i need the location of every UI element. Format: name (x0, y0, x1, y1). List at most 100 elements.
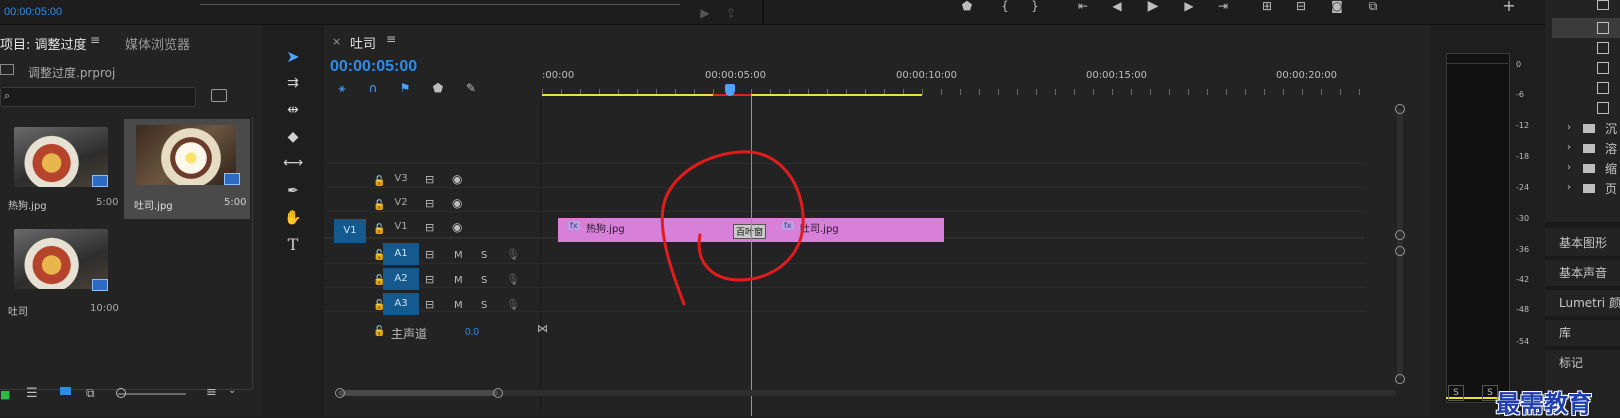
marker-icon[interactable]: ⬟ (958, 0, 976, 15)
mute-button[interactable]: M (454, 250, 463, 261)
master-volume-value[interactable]: 0.0 (465, 327, 479, 338)
sync-lock-icon[interactable]: ⊟ (425, 298, 434, 311)
tab-sequence[interactable]: 吐司 (350, 33, 376, 52)
chevron-right-icon[interactable]: › (1567, 122, 1571, 133)
panel-tab-essential-graphics[interactable]: 基本图形 (1559, 234, 1607, 251)
chevron-right-icon[interactable]: › (1567, 162, 1571, 173)
panel-tab-markers[interactable]: 标记 (1559, 354, 1583, 371)
eye-icon[interactable]: ◉ (452, 172, 462, 186)
sort-icon[interactable]: ≡ (206, 385, 217, 400)
folder-label[interactable]: 缩 (1605, 160, 1617, 177)
sync-lock-icon[interactable]: ⊟ (425, 221, 434, 234)
eye-icon[interactable]: ◉ (452, 220, 462, 234)
mic-icon[interactable]: 🎙 (506, 298, 520, 311)
panel-tab-lumetri-color[interactable]: Lumetri 颜色 (1559, 294, 1620, 311)
in-point-icon[interactable]: { (996, 0, 1014, 15)
chevron-right-icon[interactable]: › (1567, 182, 1571, 193)
slip-tool-icon[interactable]: ⟷ (280, 152, 306, 174)
mic-icon[interactable]: 🎙 (506, 248, 520, 261)
horizontal-scroll-thumb[interactable] (338, 390, 498, 396)
folder-label[interactable]: 沉 (1605, 120, 1617, 137)
source-patch-v1[interactable]: V1 (334, 219, 366, 243)
icon-view-icon[interactable] (60, 387, 71, 395)
go-to-out-icon[interactable]: ⇥ (1214, 0, 1232, 15)
source-scrub-bar[interactable] (200, 0, 680, 5)
ripple-edit-tool-icon[interactable]: ⇹ (280, 99, 306, 121)
track-label-v3[interactable]: V3 (383, 168, 419, 190)
type-tool-icon[interactable]: T (280, 234, 306, 256)
playhead-handle[interactable] (725, 84, 735, 96)
go-to-end-icon[interactable]: ⋈ (537, 322, 548, 335)
compare-icon[interactable]: ⧉ (1364, 0, 1382, 15)
list-item[interactable]: 热狗.jpg 5:00 (0, 121, 124, 219)
nest-icon[interactable]: ⚹ (333, 79, 351, 97)
scroll-handle[interactable] (335, 388, 345, 398)
lift-icon[interactable]: ⊞ (1258, 0, 1276, 15)
eye-icon[interactable]: ◉ (452, 196, 462, 210)
linked-selection-icon[interactable]: ⚑ (396, 79, 414, 97)
source-timecode[interactable]: 00:00:05:00 (4, 6, 62, 18)
tab-media-browser[interactable]: 媒体浏览器 (125, 34, 190, 53)
snap-icon[interactable]: ∩ (364, 79, 382, 97)
chevron-right-icon[interactable]: › (1567, 142, 1571, 153)
list-item-selected[interactable]: 吐司.jpg 5:00 (124, 119, 250, 219)
sync-lock-icon[interactable]: ⊟ (425, 197, 434, 210)
extract-icon[interactable]: ⊟ (1292, 0, 1310, 15)
go-to-in-icon[interactable]: ⇤ (1074, 0, 1092, 15)
scroll-handle[interactable] (1395, 246, 1405, 256)
solo-left-button[interactable]: S (1448, 385, 1464, 401)
wrench-icon[interactable]: ✎ (462, 79, 480, 97)
hand-tool-icon[interactable]: ✋ (280, 207, 306, 229)
pen-tool-icon[interactable]: ✒ (280, 180, 306, 202)
lock-track-icon[interactable]: 🔓 (373, 326, 385, 337)
razor-tool-icon[interactable]: ◆ (280, 126, 306, 148)
new-search-bin-icon[interactable] (211, 89, 227, 102)
mic-icon[interactable]: 🎙 (506, 273, 520, 286)
track-label-v2[interactable]: V2 (383, 192, 419, 214)
insert-icon[interactable]: ⇪ (722, 4, 740, 22)
out-point-icon[interactable]: } (1026, 0, 1044, 15)
panel-tab-essential-sound[interactable]: 基本声音 (1559, 264, 1607, 281)
solo-button[interactable]: S (481, 275, 487, 286)
vertical-scrollbar[interactable] (1397, 108, 1403, 380)
list-item[interactable]: 吐司 10:00 (0, 221, 124, 321)
sync-lock-icon[interactable]: ⊟ (425, 248, 434, 261)
mute-button[interactable]: M (454, 275, 463, 286)
selection-tool-icon[interactable]: ➤ (280, 46, 306, 68)
track-select-tool-icon[interactable]: ⇉ (280, 72, 306, 94)
sync-lock-icon[interactable]: ⊟ (425, 173, 434, 186)
panel-menu-icon[interactable]: ≡ (386, 32, 396, 46)
solo-button[interactable]: S (481, 300, 487, 311)
track-label-a3[interactable]: A3 (383, 293, 419, 315)
track-label-a1[interactable]: A1 (383, 243, 419, 265)
time-ruler[interactable]: :00:00 00:00:05:00 00:00:10:00 00:00:15:… (542, 65, 1362, 99)
step-back-icon[interactable]: ◀ (1108, 0, 1126, 15)
track-label-v1[interactable]: V1 (383, 216, 419, 238)
list-view-icon[interactable]: ☰ (26, 386, 38, 401)
sync-lock-icon[interactable]: ⊟ (425, 273, 434, 286)
mute-button[interactable]: M (454, 300, 463, 311)
effect-row-selected[interactable] (1552, 18, 1620, 38)
panel-menu-icon[interactable]: ≡ (90, 33, 100, 47)
zoom-slider-handle[interactable] (116, 388, 126, 398)
step-forward-icon[interactable]: ▶ (1180, 0, 1198, 15)
track-label-a2[interactable]: A2 (383, 268, 419, 290)
export-frame-icon[interactable]: ▶ (696, 4, 714, 22)
play-icon[interactable]: ▶ (1144, 0, 1162, 15)
scroll-handle[interactable] (1395, 230, 1405, 240)
lock-icon[interactable]: ■ (0, 388, 10, 401)
folder-label[interactable]: 页 (1605, 180, 1617, 197)
camera-icon[interactable]: ◙ (1328, 0, 1346, 15)
chevron-down-icon[interactable]: ⌄ (228, 385, 236, 396)
search-input[interactable]: ⌕ (0, 87, 196, 107)
scroll-handle[interactable] (493, 388, 503, 398)
folder-label[interactable]: 溶 (1605, 140, 1617, 157)
add-button-icon[interactable]: + (1500, 0, 1518, 15)
zoom-slider[interactable] (118, 393, 186, 395)
close-icon[interactable]: × (332, 35, 341, 48)
scroll-handle[interactable] (1395, 104, 1405, 114)
sequence-timecode[interactable]: 00:00:05:00 (330, 58, 417, 76)
panel-tab-libraries[interactable]: 库 (1559, 324, 1571, 341)
tab-project[interactable]: 项目: 调整过度 (0, 34, 87, 53)
add-marker-icon[interactable]: ⬟ (429, 79, 447, 97)
